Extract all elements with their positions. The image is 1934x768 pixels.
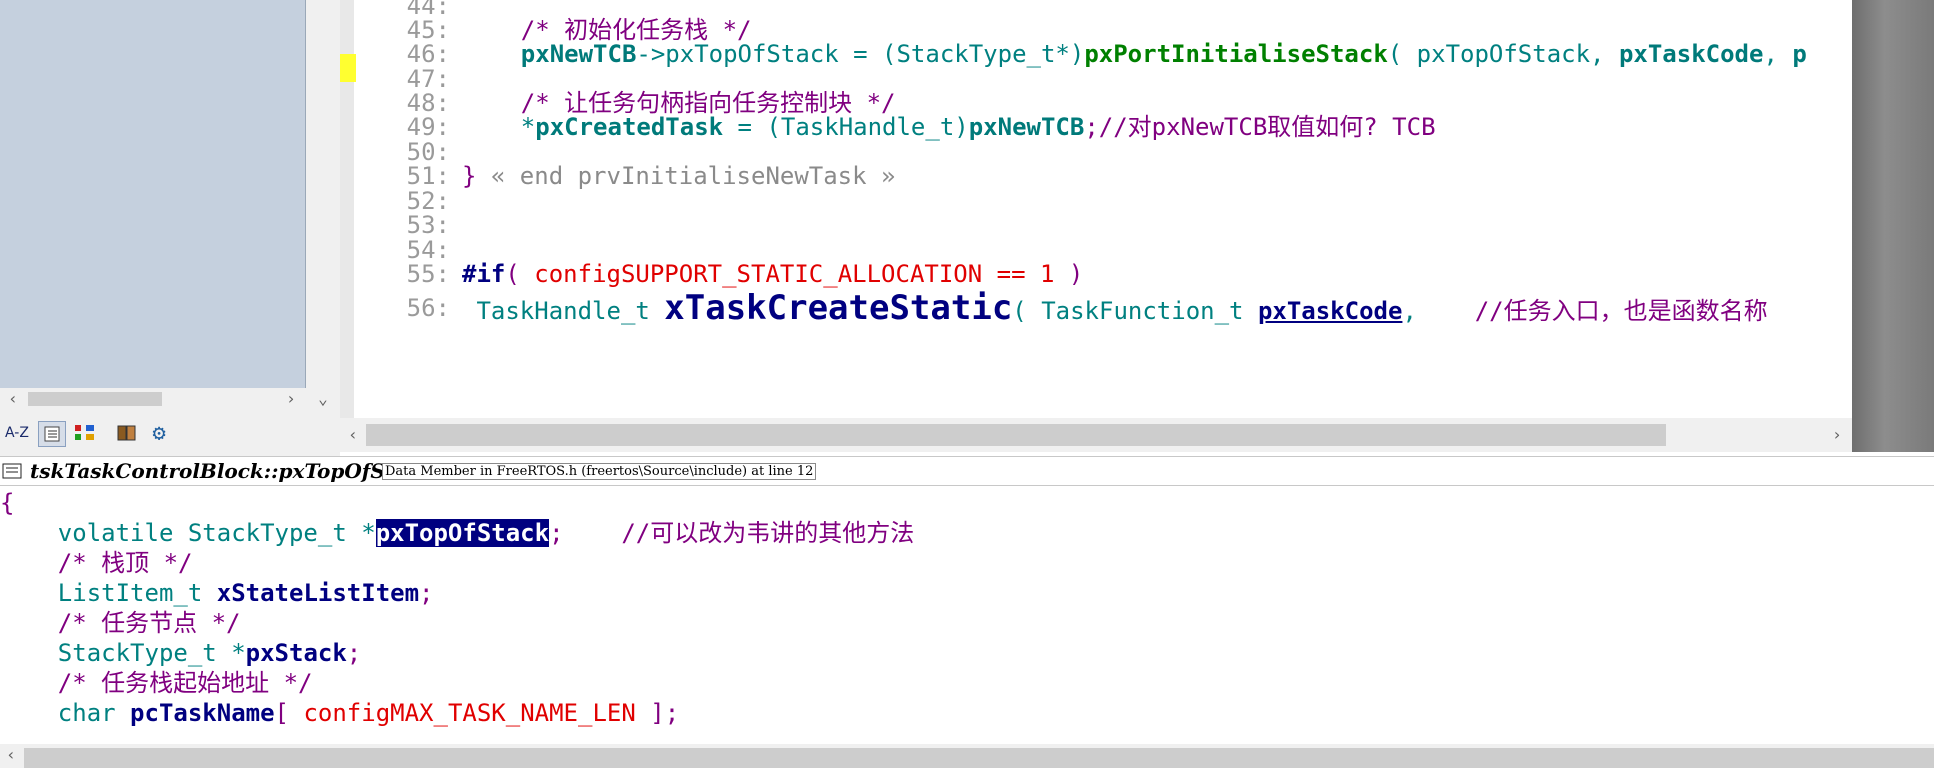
- code-token: ->pxTopOfStack = (StackType_t*): [636, 40, 1085, 68]
- scroll-left-icon[interactable]: ‹: [342, 424, 364, 446]
- code-token: xStateListItem: [216, 579, 420, 607]
- code-line[interactable]: 55: #if( configSUPPORT_STATIC_ALLOCATION …: [340, 260, 1852, 288]
- symbol-location[interactable]: Data Member in FreeRTOS.h (freertos\Sour…: [382, 463, 817, 480]
- code-token: ;: [346, 639, 362, 667]
- context-horizontal-scrollbar[interactable]: ‹: [0, 744, 1934, 768]
- chevron-down-icon[interactable]: ⌄: [312, 388, 334, 410]
- scroll-thumb[interactable]: [28, 392, 162, 406]
- book-icon[interactable]: [114, 421, 140, 445]
- context-line[interactable]: StackType_t *pxStack;: [0, 638, 361, 668]
- code-token: p: [1792, 40, 1807, 68]
- code-token: ];: [635, 699, 680, 727]
- sort-label: A-Z: [5, 425, 29, 441]
- context-line[interactable]: /* 任务节点 */: [0, 608, 241, 638]
- code-token: ): [1054, 260, 1084, 288]
- code-token: TaskHandle_t: [462, 297, 665, 325]
- code-token: #if: [462, 260, 506, 288]
- code-token: StackType_t *: [0, 639, 246, 667]
- symbol-panel-toolbar: A-Z ⚙: [0, 416, 340, 450]
- code-editor[interactable]: 44: 45: /* 初始化任务栈 */46: pxNewTCB->pxTopOf…: [340, 0, 1852, 418]
- scroll-right-icon[interactable]: ›: [1826, 424, 1848, 446]
- context-line[interactable]: volatile StackType_t *pxTopOfStack; //可以…: [0, 518, 914, 548]
- code-token: /* 任务栈起始地址 */: [0, 669, 313, 697]
- gear-icon[interactable]: ⚙: [146, 421, 172, 446]
- code-token: pxStack: [245, 639, 347, 667]
- code-token: pxTaskCode: [1257, 297, 1403, 325]
- code-token: pxNewTCB: [968, 113, 1085, 141]
- context-line[interactable]: /* 任务栈起始地址 */: [0, 668, 313, 698]
- symbol-title: tskTaskControlBlock::pxTopOfStack: [30, 459, 434, 483]
- code-token: pxCreatedTask: [535, 113, 724, 141]
- code-token: pxPortInitialiseStack: [1084, 40, 1388, 68]
- symbol-panel: ⌄ ‹ › A-Z ⚙: [0, 0, 340, 456]
- code-token: « end prvInitialiseNewTask »: [476, 162, 896, 190]
- code-token: = (TaskHandle_t): [723, 113, 969, 141]
- line-number: 53:: [406, 211, 450, 239]
- line-number: 51:: [406, 162, 450, 190]
- code-token: {: [0, 489, 15, 517]
- code-token: pxNewTCB: [520, 40, 637, 68]
- data-member-icon: [2, 463, 22, 479]
- code-text: pxNewTCB->pxTopOfStack = (StackType_t*)p…: [463, 40, 1807, 68]
- code-token: ( TaskFunction_t: [1012, 297, 1258, 325]
- context-info-bar: tskTaskControlBlock::pxTopOfStack Data M…: [0, 456, 1934, 486]
- symbol-tree-horizontal-scrollbar[interactable]: ‹ ›: [0, 388, 306, 410]
- code-token: /* 任务节点 */: [0, 609, 241, 637]
- code-token: *: [463, 113, 536, 141]
- context-window[interactable]: { volatile StackType_t *pxTopOfStack; //…: [0, 488, 1934, 744]
- code-token: configMAX_TASK_NAME_LEN: [303, 699, 636, 727]
- code-token: //任务入口，也是函数名称: [1474, 297, 1768, 325]
- code-token: ;: [419, 579, 434, 607]
- category-view-icon[interactable]: [72, 421, 98, 445]
- code-token: xTaskCreateStatic: [664, 288, 1013, 328]
- code-token: /* 栈顶 */: [0, 549, 193, 577]
- code-token: [: [274, 699, 304, 727]
- code-text: } « end prvInitialiseNewTask »: [462, 162, 895, 190]
- code-line[interactable]: 49: *pxCreatedTask = (TaskHandle_t)pxNew…: [340, 113, 1852, 141]
- line-number: 55:: [406, 260, 450, 288]
- line-number: 49:: [406, 113, 450, 141]
- code-token: ( pxTopOfStack,: [1387, 40, 1619, 68]
- code-line[interactable]: 46: pxNewTCB->pxTopOfStack = (StackType_…: [340, 40, 1852, 68]
- right-side-pane: [1852, 0, 1934, 452]
- code-text: #if( configSUPPORT_STATIC_ALLOCATION == …: [462, 260, 1083, 288]
- code-token: ; //可以改为韦讲的其他方法: [549, 519, 915, 547]
- symbol-tree-vertical-scrollbar[interactable]: ⌄: [306, 0, 340, 410]
- context-line[interactable]: char pcTaskName[ configMAX_TASK_NAME_LEN…: [0, 698, 679, 728]
- selected-symbol: pxTopOfStack: [375, 519, 550, 547]
- code-token: volatile StackType_t *: [0, 519, 376, 547]
- list-view-icon[interactable]: [38, 421, 66, 447]
- code-token: ;//对pxNewTCB取值如何? TCB: [1084, 113, 1436, 141]
- code-line[interactable]: 51:} « end prvInitialiseNewTask »: [340, 162, 1852, 190]
- code-token: pcTaskName: [130, 699, 275, 727]
- line-number: 56:: [406, 294, 450, 322]
- editor-horizontal-scrollbar[interactable]: ‹ ›: [340, 418, 1852, 452]
- code-line[interactable]: 53:: [340, 211, 1852, 239]
- context-line[interactable]: ListItem_t xStateListItem;: [0, 578, 434, 608]
- context-line[interactable]: /* 栈顶 */: [0, 548, 193, 578]
- scroll-right-icon[interactable]: ›: [280, 388, 302, 410]
- scroll-left-icon[interactable]: ‹: [0, 744, 22, 766]
- scroll-left-icon[interactable]: ‹: [2, 388, 24, 410]
- code-token: configSUPPORT_STATIC_ALLOCATION == 1: [534, 260, 1055, 288]
- code-text: TaskHandle_t xTaskCreateStatic( TaskFunc…: [462, 288, 1768, 329]
- code-token: char: [0, 699, 131, 727]
- code-token: }: [462, 162, 477, 190]
- symbol-tree[interactable]: [0, 0, 306, 388]
- code-token: ListItem_t: [0, 579, 217, 607]
- line-number: 46:: [406, 40, 450, 68]
- code-line[interactable]: 56: TaskHandle_t xTaskCreateStatic( Task…: [340, 290, 1852, 326]
- sort-alphabetical-icon[interactable]: A-Z: [4, 421, 30, 445]
- code-token: pxTaskCode: [1618, 40, 1764, 68]
- context-line[interactable]: {: [0, 488, 14, 518]
- code-token: ,: [1402, 297, 1475, 325]
- scroll-thumb[interactable]: [24, 748, 1934, 768]
- code-text: *pxCreatedTask = (TaskHandle_t)pxNewTCB;…: [463, 113, 1436, 141]
- code-token: ,: [1763, 40, 1793, 68]
- scroll-thumb[interactable]: [366, 424, 1666, 446]
- code-token: (: [505, 260, 535, 288]
